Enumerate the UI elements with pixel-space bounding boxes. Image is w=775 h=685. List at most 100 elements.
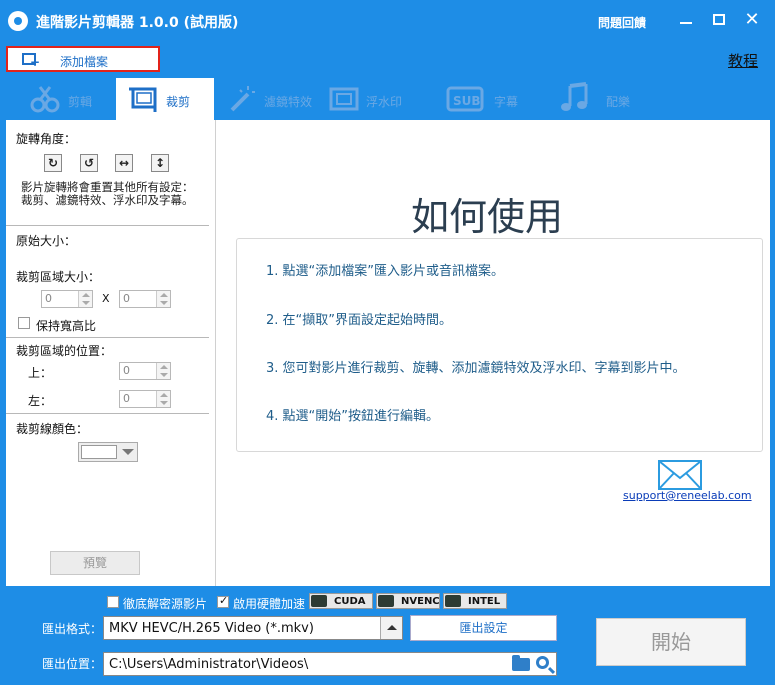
top-label: 上：	[28, 366, 53, 380]
intel-icon	[445, 595, 461, 607]
step-1: 1. 點選“添加檔案”匯入影片或音訊檔案。	[266, 264, 505, 279]
hw-accel-checkbox[interactable]	[217, 594, 229, 608]
crop-position-label: 裁剪區域的位置：	[16, 344, 113, 358]
location-value: C:\Users\Administrator\Videos\	[109, 657, 309, 672]
crop-left-stepper[interactable]	[156, 391, 170, 407]
location-input[interactable]: C:\Users\Administrator\Videos\	[103, 652, 557, 676]
cuda-badge: CUDA	[309, 593, 373, 609]
crop-size-label: 裁剪區域大小：	[16, 270, 101, 284]
keep-aspect-ratio-label: 保持寬高比	[36, 319, 97, 333]
hw-accel-label: 啟用硬體加速	[233, 597, 306, 611]
keep-aspect-ratio-checkbox[interactable]	[18, 317, 30, 329]
app-title: 進階影片剪輯器 1.0.0 (試用版)	[36, 15, 239, 31]
format-value: MKV HEVC/H.265 Video (*.mkv)	[109, 621, 314, 636]
step-4: 4. 點選“開始”按鈕進行編輯。	[266, 409, 440, 424]
close-icon: ✕	[744, 9, 760, 30]
tab-watermark-label: 浮水印	[366, 95, 403, 109]
original-size-label: 原始大小：	[16, 234, 77, 248]
preview-button[interactable]: 預覽	[50, 551, 140, 575]
add-file-icon	[22, 53, 40, 68]
tab-trim-label: 剪輯	[68, 95, 93, 109]
minimize-button[interactable]	[676, 10, 696, 30]
intel-badge: INTEL	[443, 593, 507, 609]
how-to-use-panel: 如何使用 1. 點選“添加檔案”匯入影片或音訊檔案。 2. 在“擷取”界面設定起…	[217, 120, 770, 586]
steps-box: 1. 點選“添加檔案”匯入影片或音訊檔案。 2. 在“擷取”界面設定起始時間。 …	[236, 238, 763, 452]
app-logo-icon	[8, 11, 28, 31]
start-button[interactable]: 開始	[596, 618, 746, 666]
decode-source-label: 徹底解密源影片	[123, 597, 208, 611]
crop-height-stepper[interactable]	[156, 291, 170, 307]
maximize-button[interactable]	[709, 10, 729, 30]
rotation-note: 影片旋轉將會重置其他所有設定：裁剪、濾鏡特效、浮水印及字幕。	[21, 180, 194, 207]
feedback-link[interactable]: 問題回饋	[598, 14, 646, 31]
chevron-up-icon[interactable]	[380, 617, 402, 639]
tab-subtitle[interactable]: SUB 字幕	[444, 78, 534, 120]
crop-line-color-picker[interactable]	[78, 442, 138, 462]
format-select[interactable]: MKV HEVC/H.265 Video (*.mkv)	[103, 616, 403, 640]
crop-settings-panel: 旋轉角度： ↻ ↺ ↔ ↕ 影片旋轉將會重置其他所有設定：裁剪、濾鏡特效、浮水印…	[6, 120, 216, 586]
watermark-icon	[329, 87, 359, 111]
trim-icon	[30, 86, 60, 113]
tab-crop-label: 裁剪	[166, 95, 191, 109]
rotate-cw-icon: ↻	[47, 156, 59, 170]
main-panel: 旋轉角度： ↻ ↺ ↔ ↕ 影片旋轉將會重置其他所有設定：裁剪、濾鏡特效、浮水印…	[6, 120, 770, 586]
folder-icon[interactable]	[512, 655, 530, 671]
close-button[interactable]: ✕	[742, 10, 762, 30]
support-email-link[interactable]: support@reneelab.com	[623, 489, 752, 502]
crop-top-value: 0	[123, 364, 130, 377]
svg-text:SUB: SUB	[453, 94, 481, 108]
tab-filters-label: 濾鏡特效	[264, 95, 313, 109]
rotation-label: 旋轉角度：	[16, 132, 77, 146]
crop-top-stepper[interactable]	[156, 363, 170, 379]
decode-source-checkbox[interactable]	[107, 596, 119, 608]
rotate-clockwise-button[interactable]: ↻	[44, 154, 62, 172]
tab-crop[interactable]: 裁剪	[116, 78, 214, 120]
tutorial-link[interactable]: 教程	[728, 50, 758, 71]
nvenc-badge: NVENC	[376, 593, 440, 609]
add-file-button[interactable]: 添加檔案	[6, 46, 160, 72]
nvidia-icon	[311, 595, 327, 607]
export-bar: 徹底解密源影片 啟用硬體加速 CUDA NVENC INTEL 匯出格式： MK…	[0, 586, 775, 685]
divider	[6, 225, 209, 226]
add-file-label: 添加檔案	[60, 55, 109, 69]
step-3: 3. 您可對影片進行裁剪、旋轉、添加濾鏡特效及浮水印、字幕到影片中。	[266, 361, 686, 376]
mail-icon[interactable]	[658, 460, 702, 490]
left-label: 左：	[28, 394, 53, 408]
step-2: 2. 在“擷取”界面設定起始時間。	[266, 313, 453, 328]
output-settings-button[interactable]: 匯出設定	[410, 615, 557, 641]
tab-music[interactable]: 配樂	[556, 78, 646, 120]
divider	[6, 413, 209, 414]
rotate-counterclockwise-button[interactable]: ↺	[80, 154, 98, 172]
divider	[6, 337, 209, 338]
crop-width-stepper[interactable]	[78, 291, 92, 307]
flip-vertical-icon: ↕	[154, 156, 166, 170]
crop-height-input[interactable]: 0	[119, 290, 171, 308]
crop-width-value: 0	[45, 292, 52, 305]
chevron-down-icon	[122, 449, 134, 455]
crop-height-value: 0	[123, 292, 130, 305]
minimize-icon	[680, 22, 692, 24]
nvidia-icon	[378, 595, 394, 607]
format-label: 匯出格式：	[42, 622, 103, 636]
tab-watermark[interactable]: 浮水印	[326, 78, 416, 120]
music-note-icon	[561, 82, 588, 111]
color-swatch	[81, 445, 117, 459]
tab-subtitle-label: 字幕	[494, 95, 519, 109]
title-bar: 進階影片剪輯器 1.0.0 (試用版) 問題回饋 ✕	[0, 0, 775, 42]
maximize-icon	[713, 14, 725, 25]
crop-left-input[interactable]: 0	[119, 390, 171, 408]
size-separator: X	[102, 292, 110, 305]
crop-width-input[interactable]: 0	[41, 290, 93, 308]
tab-music-label: 配樂	[606, 95, 631, 109]
flip-horizontal-icon: ↔	[118, 156, 130, 170]
tab-trim[interactable]: 剪輯	[26, 78, 116, 120]
toolbar: 添加檔案 教程	[0, 42, 775, 78]
crop-line-color-label: 裁剪線顏色：	[16, 422, 89, 436]
crop-top-input[interactable]: 0	[119, 362, 171, 380]
location-label: 匯出位置：	[42, 657, 103, 671]
search-icon[interactable]	[536, 656, 549, 669]
rotate-ccw-icon: ↺	[83, 156, 95, 170]
flip-vertical-button[interactable]: ↕	[151, 154, 169, 172]
flip-horizontal-button[interactable]: ↔	[115, 154, 133, 172]
tab-filters[interactable]: 濾鏡特效	[224, 78, 324, 120]
